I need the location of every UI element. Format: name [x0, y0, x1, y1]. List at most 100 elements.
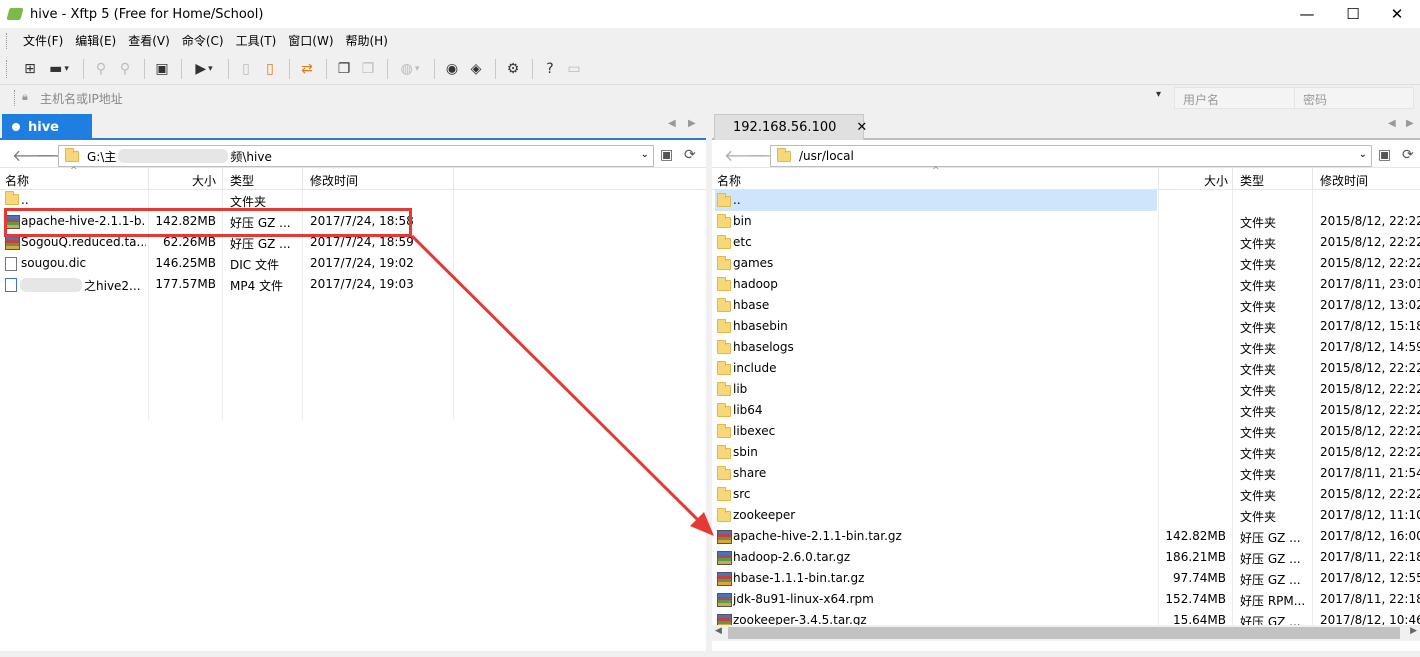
close-tab-icon[interactable]: ✕ [856, 120, 867, 135]
cell-size: 142.82MB [1165, 529, 1226, 543]
list-item[interactable]: hbasebin 文件夹 2017/8/12, 15:18 [712, 316, 1420, 337]
folder-icon [717, 487, 731, 501]
chat-icon[interactable]: ▭ [563, 58, 585, 80]
open-folder-icon[interactable]: ▣ [1378, 147, 1391, 163]
globe-icon[interactable]: ◍ [394, 58, 426, 80]
menu-edit[interactable]: 编辑(E) [69, 28, 122, 54]
cell-name: hadoop [733, 277, 778, 291]
col-name[interactable]: 名称 [5, 172, 29, 189]
cell-name: hbase-1.1.1-bin.tar.gz [733, 571, 865, 585]
edit-file-icon[interactable]: ▯ [259, 58, 281, 80]
list-item[interactable]: hbaselogs 文件夹 2017/8/12, 14:59 [712, 337, 1420, 358]
tab-next-icon[interactable]: ▶ [1406, 118, 1414, 129]
chevron-down-icon[interactable]: ⌄ [1359, 149, 1367, 160]
copy-icon[interactable]: ❐ [333, 58, 355, 80]
transfer-play-icon[interactable]: ▶ [188, 58, 220, 80]
remote-path-field[interactable]: /usr/local ⌄ [770, 145, 1372, 167]
local-path-field[interactable]: G:\主 频\hive ⌄ [58, 145, 654, 167]
menu-view[interactable]: 查看(V) [122, 28, 176, 54]
list-item[interactable]: hbase-1.1.1-bin.tar.gz 97.74MB 好压 GZ ... 20… [712, 568, 1420, 589]
col-type[interactable]: 类型 [1240, 172, 1264, 189]
list-item[interactable]: hadoop 文件夹 2017/8/11, 23:01 [712, 274, 1420, 295]
list-item[interactable]: apache-hive-2.1.1-bin.tar.gz 142.82MB 好压 G… [712, 526, 1420, 547]
cell-name: bin [733, 214, 752, 228]
menu-file[interactable]: 文件(F) [17, 28, 69, 54]
col-modified[interactable]: 修改时间 [310, 172, 358, 189]
list-item[interactable]: src 文件夹 2015/8/12, 22:22 [712, 484, 1420, 505]
tab-prev-icon[interactable]: ◀ [1388, 118, 1396, 129]
scroll-left-icon[interactable]: ◀ [715, 626, 722, 636]
help-icon[interactable]: ? [539, 58, 561, 80]
new-session-icon[interactable]: ⊞ [19, 58, 41, 80]
list-item[interactable]: sbin 文件夹 2015/8/12, 22:22 [712, 442, 1420, 463]
col-size[interactable]: 大小 [1204, 172, 1228, 189]
tab-remote-host[interactable]: 192.168.56.100 ✕ [714, 114, 867, 140]
cell-type: 文件夹 [1240, 468, 1277, 482]
xmanager-icon[interactable]: ◈ [465, 58, 487, 80]
cell-type: 文件夹 [1240, 447, 1277, 461]
list-item[interactable]: 之hive2... 177.57MB MP4 文件 2017/7/24, 19:… [0, 274, 706, 295]
folder-icon [5, 191, 19, 205]
connect-icon[interactable]: ⚲ [90, 58, 112, 80]
cell-modified: 2015/8/12, 22:22 [1320, 361, 1420, 375]
menu-command[interactable]: 命令(C) [176, 28, 230, 54]
tab-prev-icon[interactable]: ◀ [668, 118, 676, 129]
cell-size: 186.21MB [1165, 550, 1226, 564]
list-item[interactable]: games 文件夹 2015/8/12, 22:22 [712, 253, 1420, 274]
properties-icon[interactable]: ▣ [151, 58, 173, 80]
cell-name: .. [733, 193, 741, 207]
scrollbar-thumb[interactable] [728, 627, 1400, 639]
list-item[interactable]: .. [712, 190, 1420, 211]
list-item[interactable]: lib 文件夹 2015/8/12, 22:22 [712, 379, 1420, 400]
new-file-icon[interactable]: ▯ [235, 58, 257, 80]
gear-icon[interactable]: ⚙ [502, 58, 524, 80]
list-item[interactable]: hadoop-2.6.0.tar.gz 186.21MB 好压 GZ ... 2017… [712, 547, 1420, 568]
list-item[interactable]: hbase 文件夹 2017/8/12, 13:02 [712, 295, 1420, 316]
menu-help[interactable]: 帮助(H) [340, 28, 394, 54]
sort-caret-icon: ^ [932, 166, 940, 176]
scroll-right-icon[interactable]: ▶ [1410, 626, 1417, 636]
list-item[interactable]: etc 文件夹 2015/8/12, 22:22 [712, 232, 1420, 253]
open-folder-icon[interactable]: ▣ [660, 147, 673, 163]
toolbar-grip[interactable] [6, 60, 9, 78]
sync-arrows-icon[interactable]: ⇄ [296, 58, 318, 80]
disconnect-icon[interactable]: ⚲ [114, 58, 136, 80]
open-folder-icon[interactable]: ▬ [43, 58, 75, 80]
window-title: hive - Xftp 5 (Free for Home/School) [30, 6, 264, 22]
refresh-icon[interactable]: ⟳ [1402, 147, 1414, 163]
tab-next-icon[interactable]: ▶ [688, 118, 696, 129]
cell-name: lib64 [733, 403, 763, 417]
list-item[interactable]: bin 文件夹 2015/8/12, 22:22 [712, 211, 1420, 232]
refresh-icon[interactable]: ⟳ [684, 147, 696, 163]
folder-icon [717, 193, 731, 207]
cell-type: 文件夹 [1240, 405, 1277, 419]
list-item[interactable]: libexec 文件夹 2015/8/12, 22:22 [712, 421, 1420, 442]
col-type[interactable]: 类型 [230, 172, 254, 189]
password-input[interactable]: 密码 [1294, 87, 1414, 109]
col-name[interactable]: 名称 [717, 172, 741, 189]
menu-window[interactable]: 窗口(W) [282, 28, 339, 54]
list-item[interactable]: jdk-8u91-linux-x64.rpm 152.74MB 好压 RPM... 2… [712, 589, 1420, 610]
video-file-icon [5, 278, 17, 292]
xshell-icon[interactable]: ◉ [441, 58, 463, 80]
remote-path-row: 🡐 🡒 /usr/local ⌄ ▣ ⟳ [712, 142, 1420, 168]
list-item[interactable]: zookeeper 文件夹 2017/8/12, 11:10 [712, 505, 1420, 526]
host-input[interactable]: 主机名或IP地址 [40, 90, 123, 107]
list-item[interactable]: share 文件夹 2017/8/11, 21:54 [712, 463, 1420, 484]
maximize-button[interactable]: ☐ [1330, 0, 1376, 28]
menu-tools[interactable]: 工具(T) [230, 28, 283, 54]
horizontal-scrollbar[interactable]: ◀ ▶ [712, 625, 1420, 641]
minimize-button[interactable]: — [1284, 0, 1330, 28]
paste-icon[interactable]: ❐ [357, 58, 379, 80]
list-item[interactable]: lib64 文件夹 2015/8/12, 22:22 [712, 400, 1420, 421]
chevron-down-icon[interactable]: ⌄ [641, 149, 649, 160]
list-item[interactable]: include 文件夹 2015/8/12, 22:22 [712, 358, 1420, 379]
menu-grip[interactable] [6, 33, 9, 49]
list-item[interactable]: sougou.dic 146.25MB DIC 文件 2017/7/24, 19… [0, 253, 706, 274]
host-dropdown-icon[interactable]: ▾ [1156, 89, 1161, 100]
close-button[interactable]: ✕ [1374, 0, 1420, 28]
col-size[interactable]: 大小 [192, 172, 216, 189]
username-input[interactable]: 用户名 [1174, 87, 1296, 109]
tab-local-hive[interactable]: hive [2, 114, 92, 140]
col-modified[interactable]: 修改时间 [1320, 172, 1368, 189]
